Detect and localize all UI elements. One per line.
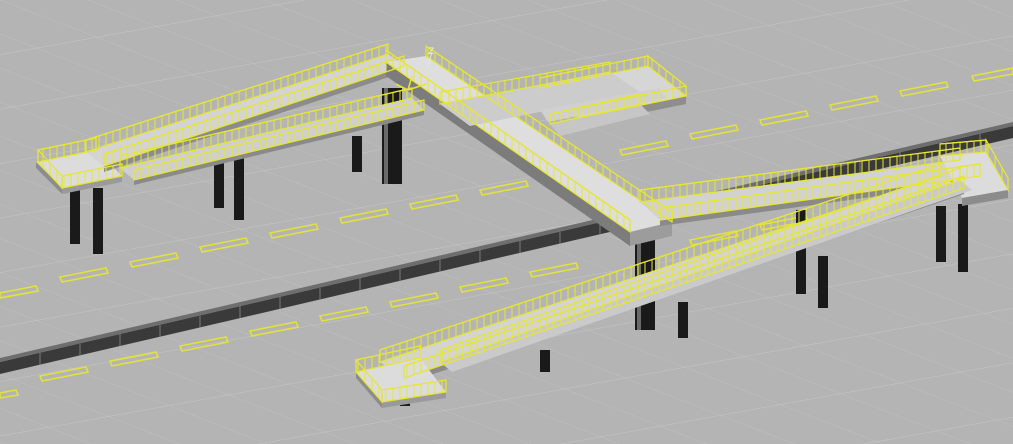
z-axis-label: Z [428,47,434,57]
column [540,350,550,372]
bridge-3d-model-view[interactable]: Z [0,0,1013,444]
column [70,188,80,244]
column [958,204,968,272]
column [93,188,103,254]
column [818,256,828,308]
column [936,206,946,262]
cad-viewport[interactable]: Z [0,0,1013,444]
column [678,302,688,338]
column [352,136,362,172]
